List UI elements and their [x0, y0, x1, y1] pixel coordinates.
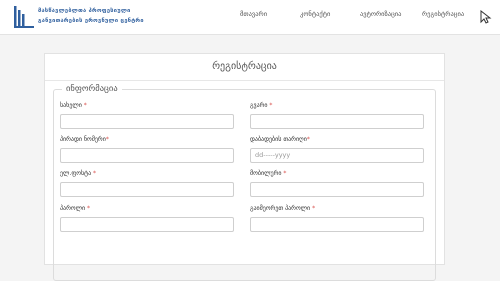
- password-input[interactable]: [60, 217, 234, 232]
- logo-bars-icon[interactable]: [13, 4, 35, 30]
- mobile-input[interactable]: [250, 182, 424, 197]
- required-mark: *: [87, 205, 90, 212]
- email-label: ელ.ფოსტა *: [60, 170, 96, 177]
- required-mark: *: [93, 170, 97, 177]
- first-name-label: სახელი *: [60, 102, 87, 109]
- email-label-text: ელ.ფოსტა: [60, 170, 92, 177]
- required-mark: *: [83, 102, 87, 109]
- password-label: პაროლი *: [60, 205, 90, 212]
- email-input[interactable]: [60, 182, 234, 197]
- personal-id-input[interactable]: [60, 148, 234, 163]
- password-confirm-input[interactable]: [250, 217, 424, 232]
- first-name-input[interactable]: [60, 114, 234, 129]
- title-divider: [45, 80, 444, 81]
- nav-home[interactable]: მთავარი: [240, 10, 267, 18]
- last-name-label: გვარი *: [250, 102, 272, 109]
- personal-id-label-text: პირადი ნომერი: [60, 136, 106, 143]
- nav-register[interactable]: რეგისტრაცია: [422, 10, 464, 18]
- birth-date-label: დაბადების თარიღი*: [250, 136, 310, 143]
- first-name-label-text: სახელი: [60, 102, 82, 109]
- password-confirm-label-text: გაიმეორეთ პაროლი: [250, 205, 311, 212]
- birth-date-input[interactable]: dd-----yyyy: [250, 148, 424, 163]
- required-mark: *: [283, 170, 287, 177]
- birth-date-label-text: დაბადების თარიღი: [250, 136, 307, 143]
- nav-contact[interactable]: კონტაქტი: [300, 10, 330, 18]
- password-confirm-label: გაიმეორეთ პაროლი *: [250, 205, 315, 212]
- info-fieldset: ინფორმაცია სახელი * გვარი * პირადი ნომერ…: [53, 84, 436, 281]
- last-name-label-text: გვარი: [250, 102, 268, 109]
- required-mark: *: [312, 205, 316, 212]
- personal-id-label: პირადი ნომერი*: [60, 136, 109, 143]
- mouse-cursor-icon: [480, 10, 492, 24]
- nav-login[interactable]: ავტორიზაცია: [360, 10, 401, 18]
- registration-card: რეგისტრაცია ინფორმაცია სახელი * გვარი * …: [44, 53, 445, 281]
- last-name-input[interactable]: [250, 114, 424, 129]
- site-header: მასწავლებლთა პროფესიული განვითარების ერო…: [0, 0, 500, 35]
- mobile-label-text: მობილური: [250, 170, 282, 177]
- required-mark: *: [269, 102, 273, 109]
- page-title: რეგისტრაცია: [212, 61, 277, 72]
- required-mark: *: [306, 136, 310, 143]
- logo-text-line2[interactable]: განვითარების ეროვნული ცენტრი: [38, 18, 144, 24]
- section-title: ინფორმაცია: [62, 84, 122, 94]
- required-mark: *: [105, 136, 109, 143]
- mobile-label: მობილური *: [250, 170, 286, 177]
- password-label-text: პაროლი: [60, 205, 86, 212]
- logo-text-line1[interactable]: მასწავლებლთა პროფესიული: [38, 8, 131, 14]
